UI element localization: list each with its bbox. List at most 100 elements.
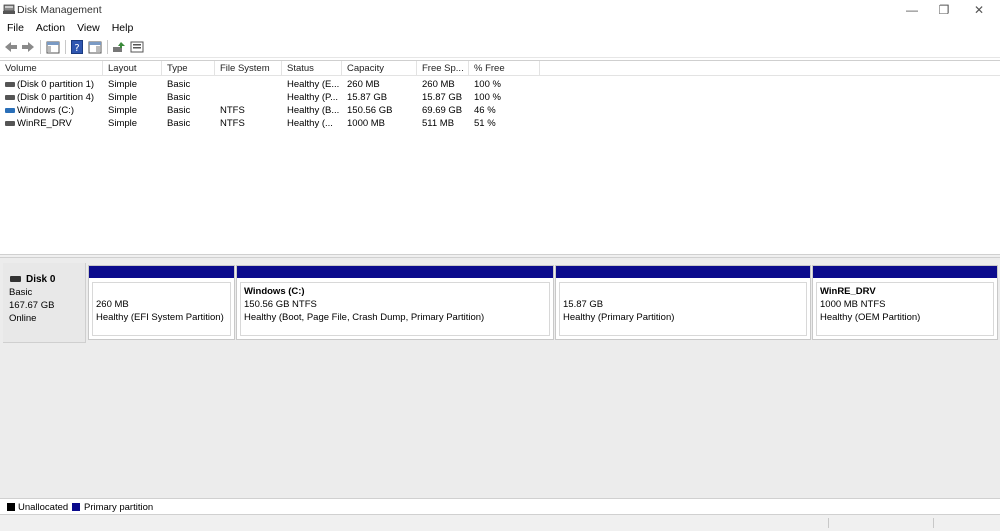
- legend-unallocated: Unallocated: [18, 502, 69, 513]
- volume-type: Basic: [167, 79, 191, 90]
- volume-capacity: 15.87 GB: [347, 92, 388, 103]
- volume-file-system: [215, 91, 282, 104]
- volume-row[interactable]: Windows (C:) Simple Basic NTFS Healthy (…: [0, 104, 1000, 117]
- volume-file-system: NTFS: [220, 105, 245, 116]
- toolbar: ?: [0, 36, 1000, 58]
- volume-percent-free: 100 %: [474, 92, 501, 103]
- partition-color-bar: [813, 266, 997, 278]
- volume-percent-free: 46 %: [474, 105, 496, 116]
- partition-body: 260 MB Healthy (EFI System Partition): [92, 282, 231, 336]
- volume-status: Healthy (B...: [287, 105, 340, 116]
- volume-type: Basic: [167, 105, 191, 116]
- volume-free-space: 511 MB: [422, 118, 455, 129]
- partition-body: WinRE_DRV 1000 MB NTFS Healthy (OEM Part…: [816, 282, 994, 336]
- column-volume[interactable]: Volume: [0, 61, 103, 76]
- volume-name: Windows (C:): [17, 105, 75, 116]
- volume-status: Healthy (P...: [287, 92, 339, 103]
- partition-name: Windows (C:): [244, 286, 305, 297]
- partition-winre[interactable]: WinRE_DRV 1000 MB NTFS Healthy (OEM Part…: [812, 265, 998, 340]
- menu-action[interactable]: Action: [30, 20, 71, 36]
- volume-layout: Simple: [108, 105, 138, 116]
- window-title: Disk Management: [17, 4, 102, 16]
- volume-layout: Simple: [108, 118, 138, 129]
- disk-info-panel[interactable]: Disk 0 Basic 167.67 GB Online: [3, 263, 86, 343]
- close-button[interactable]: ✕: [964, 0, 994, 20]
- partition-primary[interactable]: 15.87 GB Healthy (Primary Partition): [555, 265, 811, 340]
- partition-size: 150.56 GB NTFS: [244, 299, 317, 310]
- volume-file-system: NTFS: [220, 118, 245, 129]
- column-type[interactable]: Type: [162, 61, 215, 76]
- partition-body: Windows (C:) 150.56 GB NTFS Healthy (Boo…: [240, 282, 550, 336]
- volume-type: Basic: [167, 118, 191, 129]
- column-status[interactable]: Status: [282, 61, 342, 76]
- partition-windows[interactable]: Windows (C:) 150.56 GB NTFS Healthy (Boo…: [236, 265, 554, 340]
- status-divider: [933, 518, 934, 528]
- column-free-space[interactable]: Free Sp...: [417, 61, 469, 76]
- menu-view[interactable]: View: [71, 20, 106, 36]
- column-layout[interactable]: Layout: [103, 61, 162, 76]
- column-header-row: Volume Layout Type File System Status Ca…: [0, 61, 1000, 76]
- settings-icon[interactable]: [129, 39, 145, 55]
- column-percent-free[interactable]: % Free: [469, 61, 540, 76]
- minimize-button[interactable]: —: [897, 0, 927, 20]
- partition-color-bar: [89, 266, 234, 278]
- volume-percent-free: 100 %: [474, 79, 501, 90]
- volume-capacity: 1000 MB: [347, 118, 386, 129]
- partition-size: 15.87 GB: [563, 299, 604, 310]
- menu-help[interactable]: Help: [106, 20, 140, 36]
- disk-management-app-icon: [3, 4, 15, 14]
- disk-state: Online: [9, 313, 37, 324]
- column-capacity[interactable]: Capacity: [342, 61, 417, 76]
- volume-free-space: 260 MB: [422, 79, 455, 90]
- toolbar-separator: [40, 40, 41, 54]
- legend-bar: Unallocated Primary partition: [0, 498, 1000, 515]
- volume-layout: Simple: [108, 79, 138, 90]
- volume-status: Healthy (...: [287, 118, 333, 129]
- disk-size: 167.67 GB: [9, 300, 55, 311]
- partition-size: 260 MB: [96, 299, 129, 310]
- partition-efi[interactable]: 260 MB Healthy (EFI System Partition): [88, 265, 235, 340]
- volume-name: (Disk 0 partition 4): [17, 92, 95, 103]
- disk-type: Basic: [9, 287, 33, 298]
- menu-file[interactable]: File: [0, 20, 30, 36]
- disk-graphical-view: Disk 0 Basic 167.67 GB Online 260 MB Hea…: [0, 258, 1000, 498]
- volume-name: WinRE_DRV: [17, 118, 72, 129]
- volume-status: Healthy (E...: [287, 79, 340, 90]
- volume-file-system: [215, 78, 282, 91]
- volume-free-space: 15.87 GB: [422, 92, 463, 103]
- primary-partition-swatch: [72, 503, 80, 511]
- back-arrow-icon[interactable]: [3, 39, 19, 55]
- volume-percent-free: 51 %: [474, 118, 496, 129]
- disk-drive-icon: [10, 276, 21, 282]
- help-icon[interactable]: ?: [69, 39, 85, 55]
- forward-arrow-icon[interactable]: [20, 39, 36, 55]
- status-bar: [0, 515, 1000, 531]
- partition-status: Healthy (Primary Partition): [563, 312, 675, 323]
- unallocated-swatch: [7, 503, 15, 511]
- partition-size: 1000 MB NTFS: [820, 299, 886, 310]
- volume-layout: Simple: [108, 92, 138, 103]
- volume-row[interactable]: (Disk 0 partition 4) Simple Basic Health…: [0, 91, 1000, 104]
- properties-icon[interactable]: [87, 39, 103, 55]
- console-tree-icon[interactable]: [45, 39, 61, 55]
- volume-capacity: 260 MB: [347, 79, 380, 90]
- menu-bar: File Action View Help: [0, 20, 1000, 36]
- partition-color-bar: [237, 266, 553, 278]
- status-divider: [828, 518, 829, 528]
- column-file-system[interactable]: File System: [215, 61, 282, 76]
- volume-type: Basic: [167, 92, 191, 103]
- partition-status: Healthy (EFI System Partition): [96, 312, 224, 323]
- restore-button[interactable]: ❐: [929, 0, 959, 20]
- partition-status: Healthy (OEM Partition): [820, 312, 921, 323]
- toolbar-separator: [65, 40, 66, 54]
- partition-color-bar: [556, 266, 810, 278]
- volume-free-space: 69.69 GB: [422, 105, 463, 116]
- rescan-icon[interactable]: [111, 39, 127, 55]
- legend-primary-partition: Primary partition: [84, 502, 154, 513]
- volume-capacity: 150.56 GB: [347, 105, 393, 116]
- toolbar-separator: [107, 40, 108, 54]
- disk-name: Disk 0: [26, 274, 56, 285]
- volume-list: Volume Layout Type File System Status Ca…: [0, 60, 1000, 254]
- volume-row[interactable]: WinRE_DRV Simple Basic NTFS Healthy (...…: [0, 117, 1000, 130]
- volume-row[interactable]: (Disk 0 partition 1) Simple Basic Health…: [0, 78, 1000, 91]
